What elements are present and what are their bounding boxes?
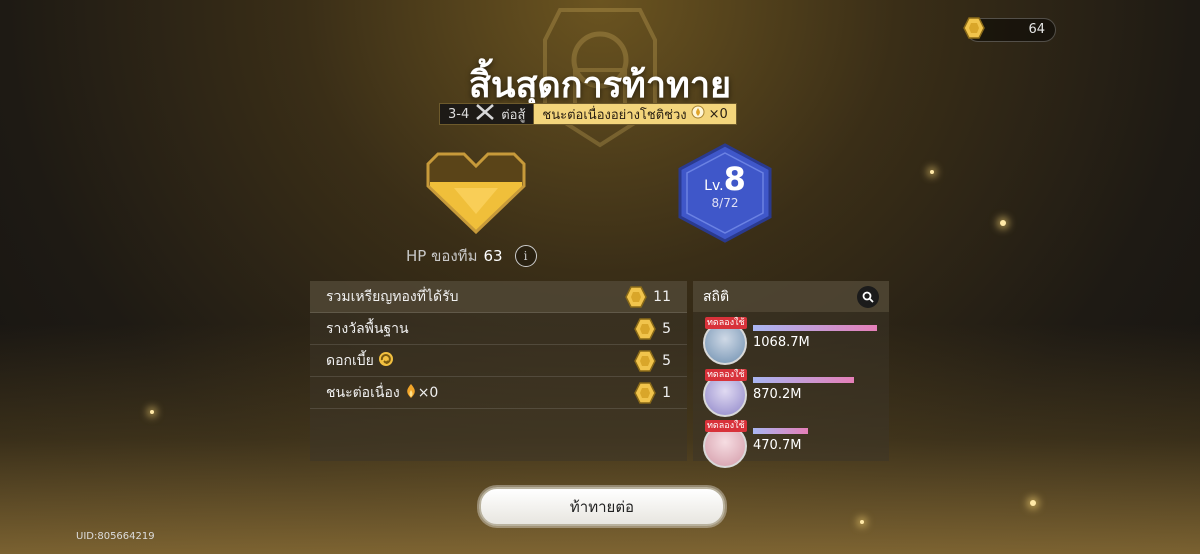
hero-stat-row[interactable]: ทดลองใช้ 870.2M [703,369,881,417]
stats-title: สถิติ [703,288,730,305]
player-level: Lv.8 8/72 [678,160,772,210]
team-hp-value: 63 [483,247,503,265]
damage-value: 870.2M [753,387,802,402]
interest-icon [378,351,394,371]
damage-bar [753,428,808,434]
stage-info-bar: 3-4 ต่อสู้ ชนะต่อเนื่องอย่างโชติช่วง ×0 [439,103,737,125]
sparkle-decor [1030,500,1036,506]
streak-label: ชนะต่อเนื่องอย่างโชติช่วง [542,107,687,123]
heart-hp-icon [426,152,526,234]
reward-row-base: รางวัลพื้นฐาน 5 [310,313,687,345]
flame-icon [691,105,705,123]
gold-coin-icon [625,285,648,308]
gold-coin-icon [963,17,985,39]
streak-count: ×0 [708,106,728,122]
rewards-total-value: 11 [653,288,671,305]
reward-value: 5 [662,352,671,369]
rewards-total-row: รวมเหรียญทองที่ได้รับ 11 [310,281,687,313]
damage-value: 1068.7M [753,335,810,350]
level-exp: 8/72 [711,196,739,210]
level-value: 8 [723,160,746,198]
reward-row-streak: ชนะต่อเนื่อง ×0 1 [310,377,687,409]
continue-challenge-button[interactable]: ท้าทายต่อ [479,487,725,526]
rewards-total-label: รวมเหรียญทองที่ได้รับ [326,288,459,305]
stage-code: 3-4 [448,106,470,122]
reward-label: รางวัลพื้นฐาน [326,320,409,337]
reward-label: ดอกเบี้ย [326,352,374,369]
crossed-swords-icon [475,103,495,125]
stage-type-label: ต่อสู้ [501,107,526,123]
sparkle-decor [150,410,154,414]
trial-badge: ทดลองใช้ [705,420,747,432]
sparkle-decor [930,170,934,174]
hero-stat-row[interactable]: ทดลองใช้ 470.7M [703,420,881,468]
hero-stat-row[interactable]: ทดลองใช้ 1068.7M [703,317,881,365]
flame-icon [404,383,418,403]
team-hp-label: HP ของทีม [406,247,478,265]
damage-bar [753,325,877,331]
reward-suffix: ×0 [417,384,439,401]
gold-coin-icon [634,317,656,340]
stats-panel: สถิติ ทดลองใช้ 1068.7M ทดลองใช้ 870.2M ท… [693,281,889,468]
reward-value: 5 [662,320,671,337]
stats-header: สถิติ [693,281,889,312]
rewards-panel: รวมเหรียญทองที่ได้รับ 11 รางวัลพื้นฐาน 5… [310,281,687,461]
sparkle-decor [1000,220,1006,226]
trial-badge: ทดลองใช้ [705,317,747,329]
gold-coin-counter[interactable]: 64 [963,17,1056,42]
reward-label: ชนะต่อเนื่อง [326,384,400,401]
reward-value: 1 [662,384,671,401]
search-icon[interactable] [857,286,879,308]
reward-row-interest: ดอกเบี้ย 5 [310,345,687,377]
damage-bar [753,377,854,383]
level-prefix: Lv. [704,178,724,194]
gold-coin-icon [634,381,656,404]
user-id: UID:805664219 [76,531,155,542]
team-hp: HP ของทีม 63 i [406,244,537,268]
info-icon[interactable]: i [514,245,537,267]
gold-coin-icon [634,349,656,372]
trial-badge: ทดลองใช้ [705,369,747,381]
damage-value: 470.7M [753,438,802,453]
gold-coin-value: 64 [1028,22,1045,37]
sparkle-decor [860,520,864,524]
